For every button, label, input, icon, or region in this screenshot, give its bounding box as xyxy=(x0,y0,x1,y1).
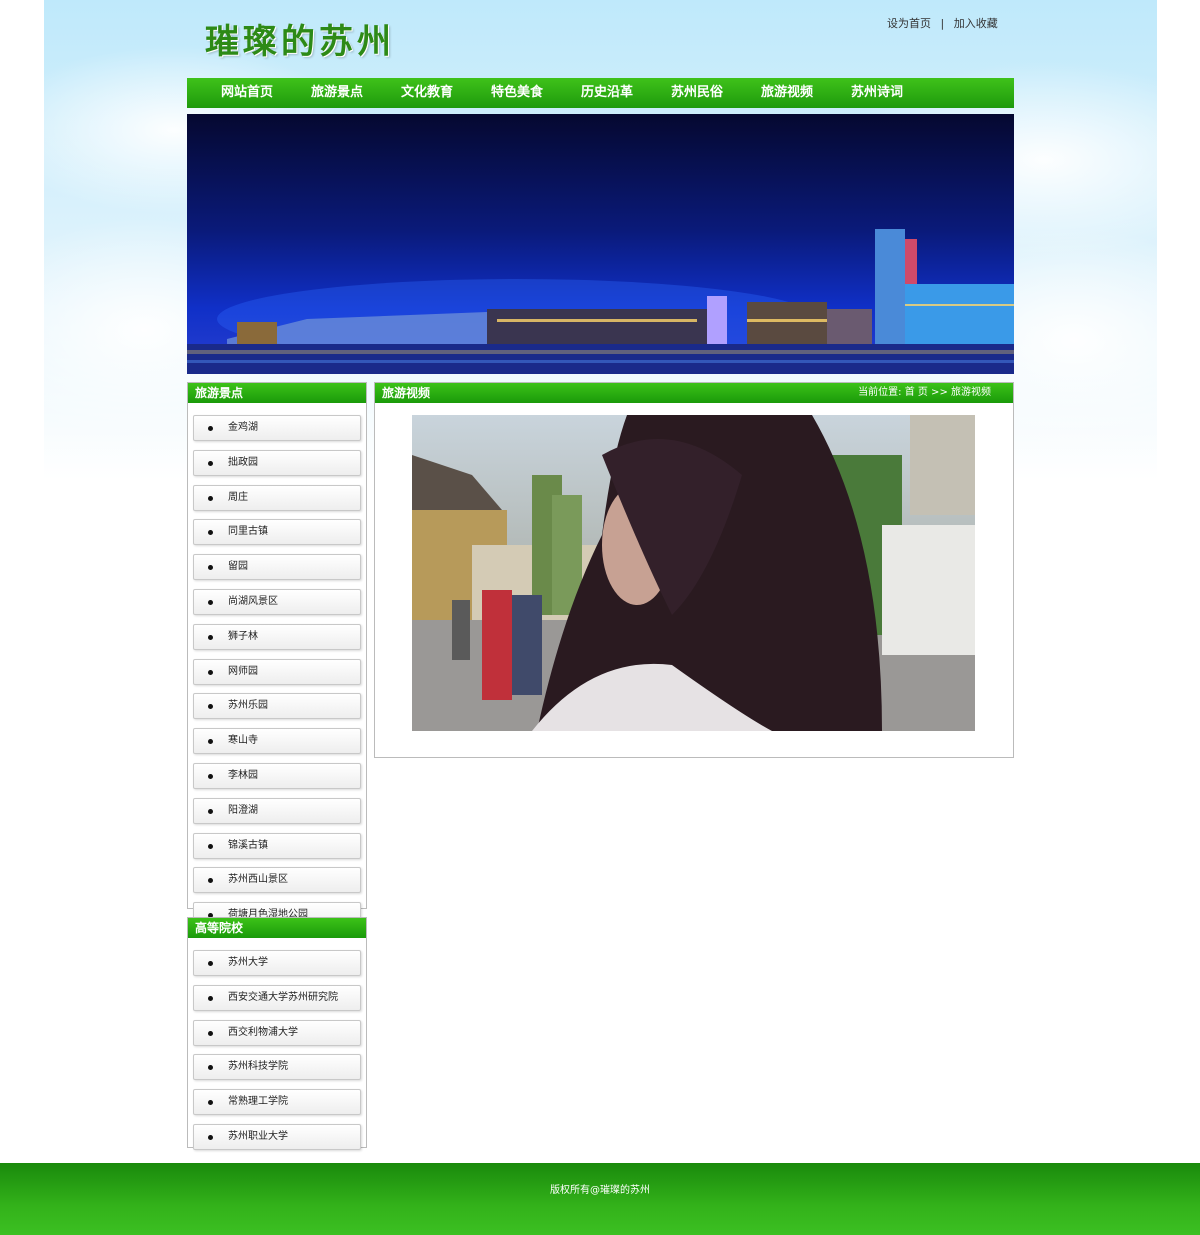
bullet-icon xyxy=(208,634,213,640)
add-favorite-link[interactable]: 加入收藏 xyxy=(954,17,998,30)
bullet-icon xyxy=(208,961,213,966)
list-item[interactable]: 苏州西山景区 xyxy=(193,867,361,894)
list-item[interactable]: 西交利物浦大学 xyxy=(193,1019,361,1046)
list-item[interactable]: 苏州乐园 xyxy=(193,693,361,720)
bullet-icon xyxy=(208,460,213,466)
bullet-icon xyxy=(208,669,213,675)
nav-item-scenic[interactable]: 旅游景点 xyxy=(292,78,382,108)
list-item[interactable]: 苏州科技学院 xyxy=(193,1054,361,1081)
bullet-icon xyxy=(208,599,213,605)
bullet-icon xyxy=(208,773,213,779)
top-links-separator: | xyxy=(940,17,945,30)
bullet-icon xyxy=(208,565,213,571)
bullet-icon xyxy=(208,1134,213,1140)
bullet-icon xyxy=(208,1100,213,1106)
nav-item-culture[interactable]: 文化教育 xyxy=(382,78,472,108)
bullet-icon xyxy=(208,495,213,501)
bullet-icon xyxy=(208,808,213,814)
bullet-icon xyxy=(208,1065,213,1071)
list-item[interactable]: 同里古镇 xyxy=(193,519,361,546)
main-content-title: 旅游视频 xyxy=(382,386,431,400)
video-player[interactable] xyxy=(412,415,975,731)
colleges-sidebar-title: 高等院校 xyxy=(188,918,366,938)
list-item[interactable]: 金鸡湖 xyxy=(193,415,361,441)
colleges-sidebar: 高等院校 苏州大学 西安交通大学苏州研究院 西交利物浦大学 苏州科技学院 常熟理… xyxy=(187,917,367,1150)
main-nav: 网站首页 旅游景点 文化教育 特色美食 历史沿革 苏州民俗 旅游视频 苏州诗词 xyxy=(187,78,1014,108)
bullet-icon xyxy=(208,843,213,849)
list-item[interactable]: 网师园 xyxy=(193,658,361,685)
list-item[interactable]: 拙政园 xyxy=(193,449,361,476)
list-item[interactable]: 尚湖风景区 xyxy=(193,588,361,615)
bullet-icon xyxy=(208,1030,213,1036)
nav-item-video[interactable]: 旅游视频 xyxy=(742,78,832,108)
bullet-icon xyxy=(208,995,213,1001)
list-item[interactable]: 阳澄湖 xyxy=(193,797,361,824)
top-links: 设为首页 | 加入收藏 xyxy=(884,15,1001,31)
list-item[interactable]: 狮子林 xyxy=(193,623,361,650)
nav-item-folk[interactable]: 苏州民俗 xyxy=(652,78,742,108)
breadcrumb[interactable]: 当前位置: 首 页 >> 旅游视频 xyxy=(858,383,991,403)
scenic-sidebar: 旅游景点 金鸡湖 拙政园 周庄 同里古镇 留园 尚湖风景区 狮子林 网师园 苏州… xyxy=(187,382,367,929)
list-item[interactable]: 苏州大学 xyxy=(193,950,361,976)
list-item[interactable]: 寒山寺 xyxy=(193,728,361,755)
nav-item-history[interactable]: 历史沿革 xyxy=(562,78,652,108)
list-item[interactable]: 李林园 xyxy=(193,762,361,789)
bullet-icon xyxy=(208,426,213,431)
bullet-icon xyxy=(208,704,213,710)
scenic-sidebar-title: 旅游景点 xyxy=(188,383,366,403)
list-item[interactable]: 周庄 xyxy=(193,484,361,511)
copyright-text: 版权所有@璀璨的苏州 xyxy=(550,1185,650,1196)
nav-item-food[interactable]: 特色美食 xyxy=(472,78,562,108)
banner-image xyxy=(187,114,1014,374)
footer: 版权所有@璀璨的苏州 xyxy=(0,1163,1200,1235)
list-item[interactable]: 留园 xyxy=(193,554,361,581)
list-item[interactable]: 苏州职业大学 xyxy=(193,1123,361,1150)
bullet-icon xyxy=(208,739,213,745)
list-item[interactable]: 西安交通大学苏州研究院 xyxy=(193,984,361,1011)
set-homepage-link[interactable]: 设为首页 xyxy=(887,17,931,30)
main-content: 旅游视频 当前位置: 首 页 >> 旅游视频 xyxy=(374,382,1014,758)
list-item[interactable]: 常熟理工学院 xyxy=(193,1089,361,1116)
list-item[interactable]: 锦溪古镇 xyxy=(193,832,361,859)
site-logo[interactable]: 璀璨的苏州 xyxy=(205,14,395,63)
nav-item-poetry[interactable]: 苏州诗词 xyxy=(832,78,922,108)
bullet-icon xyxy=(208,530,213,536)
bullet-icon xyxy=(208,878,213,884)
nav-item-home[interactable]: 网站首页 xyxy=(202,78,292,108)
main-content-header: 旅游视频 当前位置: 首 页 >> 旅游视频 xyxy=(375,383,1013,403)
